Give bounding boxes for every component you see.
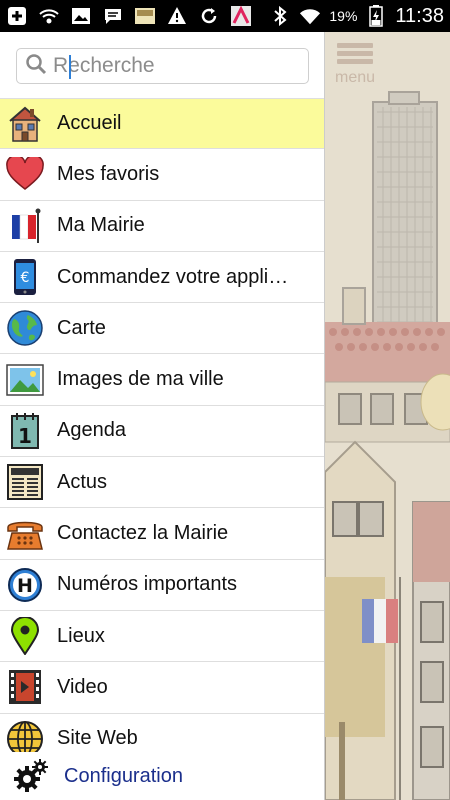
- warning-icon: [166, 5, 188, 27]
- menu-item-agenda[interactable]: 1 Agenda: [0, 406, 324, 458]
- heart-icon: [6, 155, 44, 193]
- menu-list: Accueil Mes favoris Ma Mairie € Commande…: [0, 98, 324, 765]
- menu-item-carte[interactable]: Carte: [0, 303, 324, 355]
- menu-item-label: Video: [57, 675, 108, 698]
- app-icon: [230, 5, 252, 27]
- background-app: menu: [325, 32, 450, 800]
- add-icon: [6, 5, 28, 27]
- map-pin-icon: [6, 617, 44, 656]
- menu-item-label: Images de ma ville: [57, 368, 224, 391]
- menu-item-label: Ma Mairie: [57, 214, 145, 237]
- globe-icon: [6, 309, 44, 347]
- bluetooth-icon: [269, 5, 291, 27]
- search-box[interactable]: [16, 48, 309, 84]
- chat-icon: [102, 5, 124, 27]
- menu-item-accueil[interactable]: Accueil: [0, 98, 324, 150]
- menu-item-ma-mairie[interactable]: Ma Mairie: [0, 201, 324, 252]
- french-flag-icon: [6, 207, 44, 245]
- menu-button[interactable]: menu: [335, 40, 375, 90]
- svg-text:1: 1: [18, 424, 32, 448]
- ad-icon: [134, 5, 156, 27]
- picture-icon: [6, 361, 44, 399]
- hamburger-icon: [337, 40, 373, 67]
- status-bar: 19% 11:38: [0, 0, 450, 32]
- town-illustration: [325, 32, 450, 800]
- menu-item-contactez-la-mairie[interactable]: Contactez la Mairie: [0, 508, 324, 560]
- menu-item-video[interactable]: Video: [0, 662, 324, 714]
- clock: 11:38: [395, 4, 444, 27]
- menu-item-label: Site Web: [57, 727, 138, 750]
- image-icon: [70, 5, 92, 27]
- phone-euro-icon: €: [6, 258, 44, 296]
- menu-item-images-de-ma-ville[interactable]: Images de ma ville: [0, 354, 324, 406]
- house-icon: [6, 105, 44, 143]
- menu-item-label: Actus: [57, 470, 108, 493]
- film-icon: [6, 668, 44, 706]
- search-input[interactable]: [53, 54, 303, 78]
- hospital-icon: H: [6, 566, 44, 604]
- menu-label: menu: [334, 69, 376, 86]
- menu-item-label: Lieux: [57, 624, 105, 647]
- menu-item-commandez-votre-appli[interactable]: € Commandez votre appli…: [0, 252, 324, 304]
- navigation-drawer: Accueil Mes favoris Ma Mairie € Commande…: [0, 32, 325, 800]
- svg-text:€: €: [21, 270, 30, 286]
- configuration-label: Configuration: [64, 764, 183, 787]
- menu-item-numeros-importants[interactable]: H Numéros importants: [0, 560, 324, 611]
- menu-item-mes-favoris[interactable]: Mes favoris: [0, 149, 324, 201]
- battery-icon: [365, 5, 387, 27]
- menu-item-label: Contactez la Mairie: [57, 522, 229, 545]
- menu-item-label: Numéros importants: [57, 573, 238, 596]
- sync-icon: [198, 5, 220, 27]
- svg-text:H: H: [17, 575, 33, 597]
- menu-item-label: Accueil: [57, 112, 122, 135]
- telephone-icon: [6, 515, 44, 553]
- menu-item-label: Agenda: [57, 419, 126, 442]
- text-cursor: [69, 55, 71, 79]
- gear-icon: [12, 757, 50, 795]
- menu-item-label: Mes favoris: [57, 162, 160, 185]
- menu-item-label: Carte: [57, 316, 106, 339]
- menu-item-label: Commandez votre appli…: [57, 265, 289, 288]
- search-icon: [25, 53, 47, 80]
- menu-item-actus[interactable]: Actus: [0, 457, 324, 509]
- wifi-calling-icon: [38, 5, 60, 27]
- menu-item-lieux[interactable]: Lieux: [0, 611, 324, 663]
- newspaper-icon: [6, 463, 44, 501]
- battery-percent: 19%: [329, 8, 358, 24]
- calendar-icon: 1: [6, 412, 44, 450]
- configuration-button[interactable]: Configuration: [0, 752, 324, 800]
- wifi-icon: [299, 5, 321, 27]
